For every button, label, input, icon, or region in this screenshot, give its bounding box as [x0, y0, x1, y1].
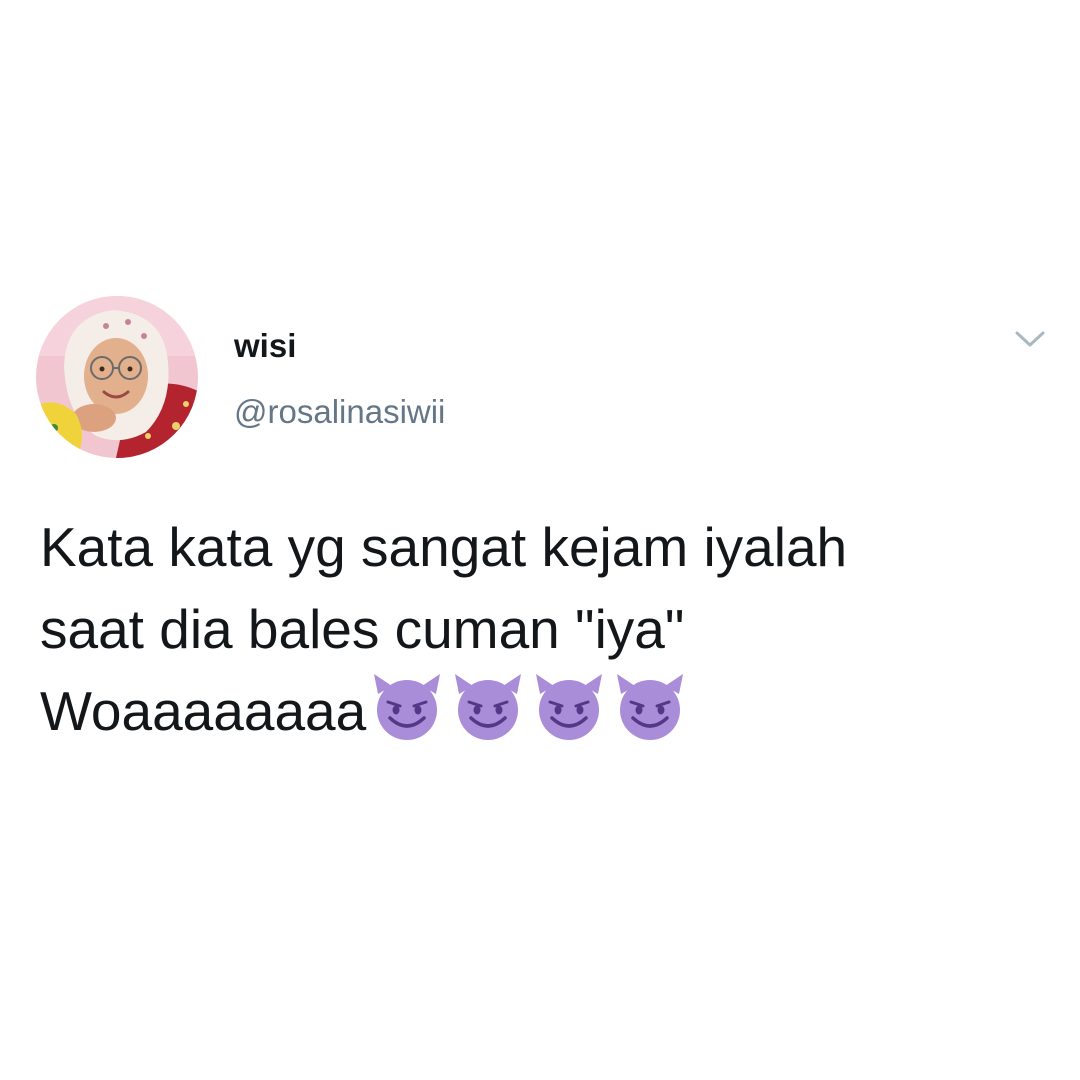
author-handle[interactable]: @rosalinasiwii — [234, 392, 445, 432]
smiling-imp-emoji — [451, 672, 525, 740]
avatar[interactable] — [36, 296, 198, 458]
emoji-row — [370, 672, 694, 762]
avatar-photo — [36, 296, 198, 458]
smiling-imp-emoji — [532, 672, 606, 740]
tweet-card: wisi @rosalinasiwii Kata kata yg sangat … — [0, 0, 1080, 1080]
tweet-menu-button[interactable] — [1010, 324, 1050, 354]
tweet-text-line-last: Woaaaaaaaa — [40, 670, 1050, 762]
author-display-name[interactable]: wisi — [234, 326, 296, 366]
chevron-down-icon — [1015, 331, 1045, 347]
tweet-text-line: Kata kata yg sangat kejam iyalah — [40, 516, 848, 578]
tweet-text: Kata kata yg sangat kejam iyalah saat di… — [40, 506, 1050, 762]
smiling-imp-emoji — [370, 672, 444, 740]
tweet-text-line: saat dia bales cuman "iya" — [40, 598, 685, 660]
tweet-text-word: Woaaaaaaaa — [40, 680, 367, 742]
smiling-imp-emoji — [613, 672, 687, 740]
